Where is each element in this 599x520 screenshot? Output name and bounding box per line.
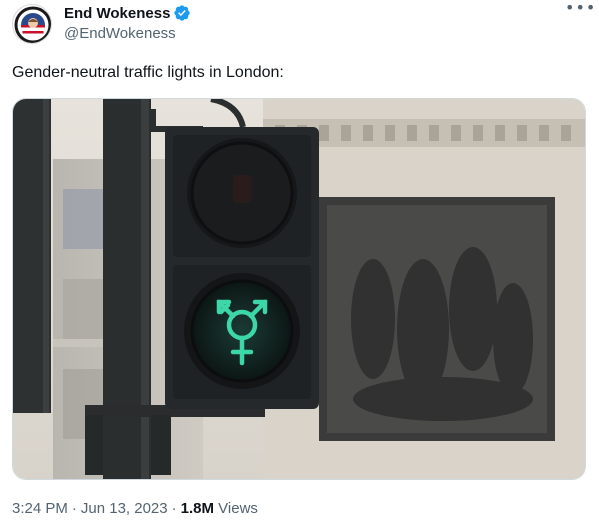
meta-separator: ·: [171, 500, 177, 517]
tweet-date[interactable]: Jun 13, 2023: [81, 500, 168, 517]
avatar-badge-icon: [14, 6, 51, 43]
tweet-meta: 3:24 PM · Jun 13, 2023 · 1.8M Views: [12, 500, 258, 517]
tweet-text: Gender-neutral traffic lights in London:: [12, 64, 284, 81]
author-handle[interactable]: @EndWokeness: [64, 25, 176, 42]
views-count[interactable]: 1.8M: [181, 500, 214, 517]
author-display-name[interactable]: End Wokeness: [64, 5, 170, 22]
traffic-light-photo: [13, 99, 585, 479]
more-options-icon[interactable]: •••: [565, 0, 595, 19]
tweet-card: End Wokeness @EndWokeness ••• Gender-neu…: [0, 0, 599, 520]
verified-badge-icon: [174, 5, 190, 21]
tweet-time[interactable]: 3:24 PM: [12, 500, 68, 517]
tweet-photo[interactable]: [12, 98, 586, 480]
avatar[interactable]: [12, 4, 52, 44]
meta-separator: ·: [71, 500, 77, 517]
views-label: Views: [218, 500, 258, 517]
